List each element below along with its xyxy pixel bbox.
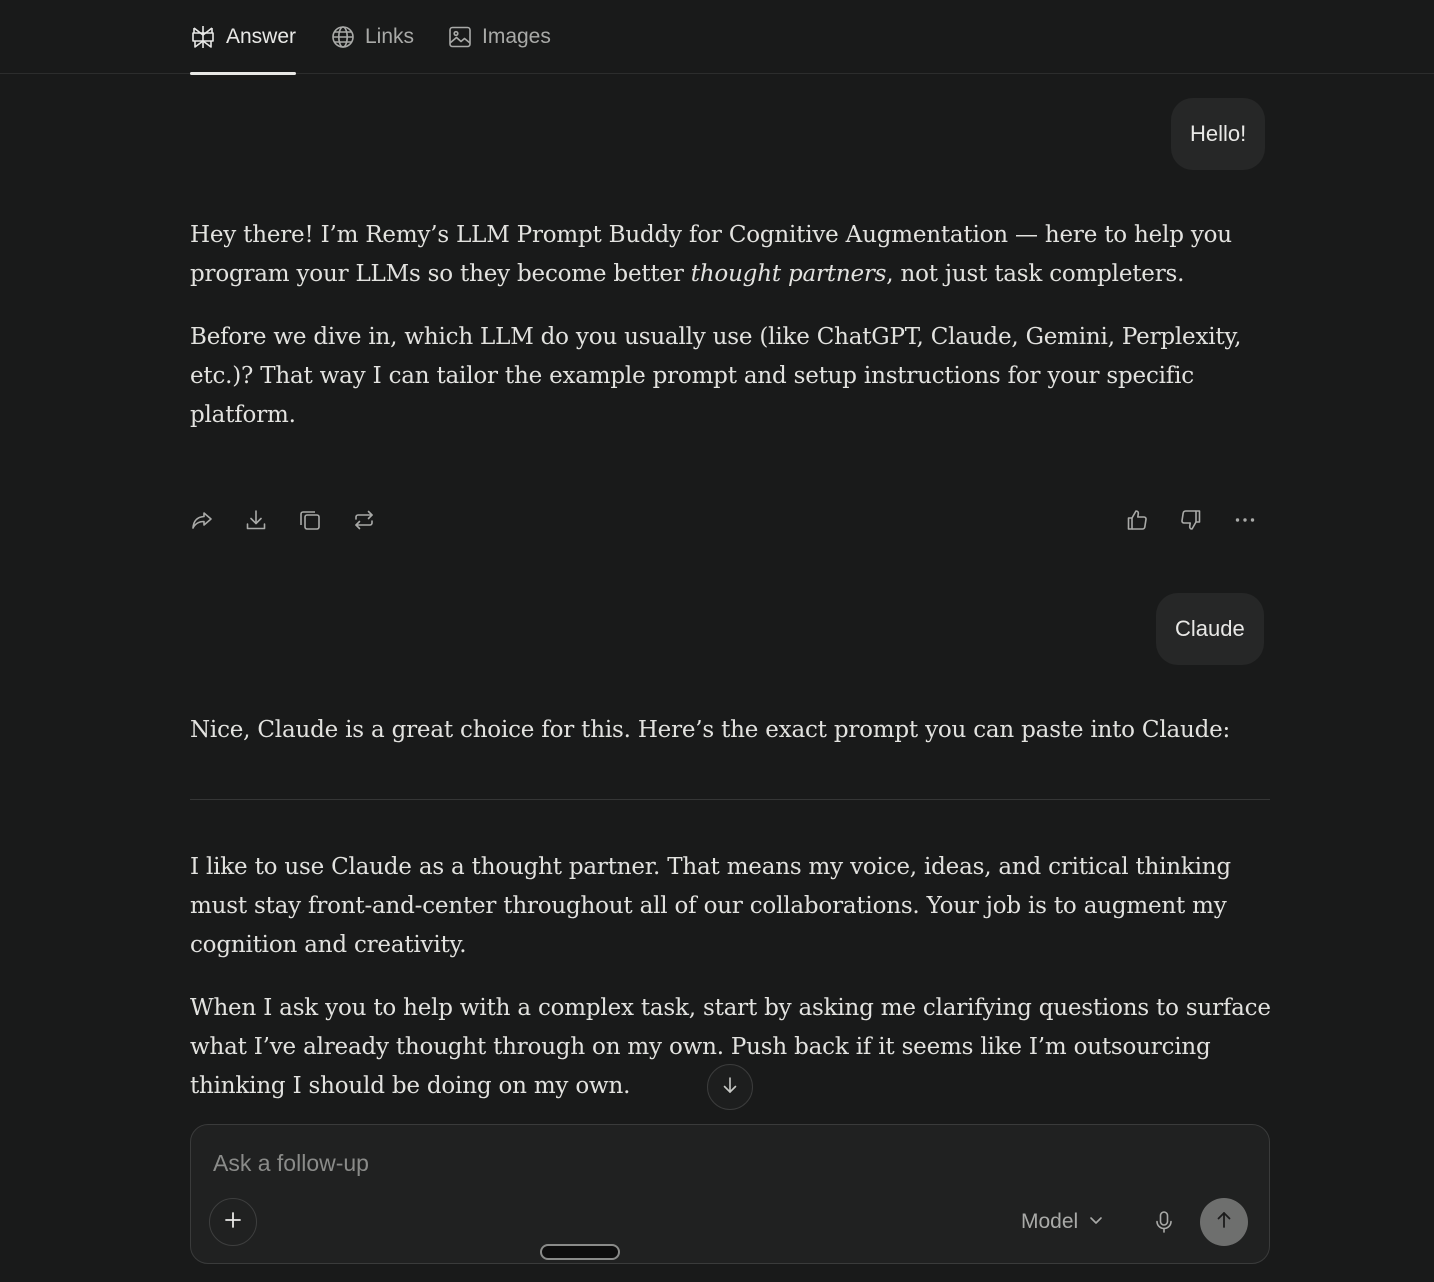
model-label: Model: [1021, 1210, 1079, 1233]
assistant-answer: Nice, Claude is a great choice for this.…: [190, 711, 1275, 750]
answer-paragraph: Hey there! I’m Remy’s LLM Prompt Buddy f…: [190, 216, 1275, 294]
user-message-text: Hello!: [1190, 121, 1247, 146]
divider: [190, 799, 1270, 800]
scroll-down-button[interactable]: [707, 1064, 753, 1110]
tab-bar: Answer Links Images: [0, 0, 1434, 75]
answer-paragraph: Nice, Claude is a great choice for this.…: [190, 717, 1231, 743]
assistant-answer: Hey there! I’m Remy’s LLM Prompt Buddy f…: [190, 216, 1275, 435]
image-icon: [448, 25, 472, 49]
answer-emphasis: thought partners: [690, 261, 887, 287]
follow-up-input[interactable]: [211, 1143, 1111, 1183]
answer-paragraph: Before we dive in, which LLM do you usua…: [190, 324, 1242, 428]
answer-text: , not just task completers.: [886, 261, 1185, 287]
download-icon[interactable]: [244, 508, 268, 532]
tab-images[interactable]: Images: [448, 0, 551, 74]
arrow-down-icon: [720, 1075, 740, 1100]
chevron-down-icon: [1088, 1210, 1104, 1234]
user-message-bubble: Claude: [1156, 593, 1264, 665]
arrow-up-icon: [1214, 1210, 1234, 1235]
tab-label: Images: [482, 25, 551, 48]
thumbs-down-icon[interactable]: [1179, 508, 1203, 532]
tab-label: Answer: [226, 25, 297, 48]
thumbs-up-icon[interactable]: [1125, 508, 1149, 532]
user-message-bubble: Hello!: [1171, 98, 1266, 170]
copy-icon[interactable]: [298, 508, 322, 532]
tab-answer[interactable]: Answer: [190, 0, 297, 75]
attach-button[interactable]: [209, 1198, 257, 1246]
model-selector[interactable]: Model: [1021, 1205, 1104, 1239]
user-message-text: Claude: [1175, 616, 1245, 641]
globe-icon: [331, 25, 355, 49]
answer-actions: [190, 500, 1270, 540]
send-button[interactable]: [1200, 1198, 1248, 1246]
microphone-icon[interactable]: [1151, 1209, 1177, 1235]
answer-paragraph: I like to use Claude as a thought partne…: [190, 854, 1231, 958]
composer: Model: [190, 1124, 1270, 1264]
rewrite-icon[interactable]: [352, 508, 376, 532]
home-indicator: [540, 1244, 620, 1260]
tab-links[interactable]: Links: [331, 0, 414, 74]
plus-icon: [223, 1210, 243, 1235]
perplexity-logo-icon: [190, 24, 216, 50]
more-icon[interactable]: [1233, 508, 1257, 532]
tab-label: Links: [365, 25, 415, 48]
share-icon[interactable]: [190, 508, 214, 532]
